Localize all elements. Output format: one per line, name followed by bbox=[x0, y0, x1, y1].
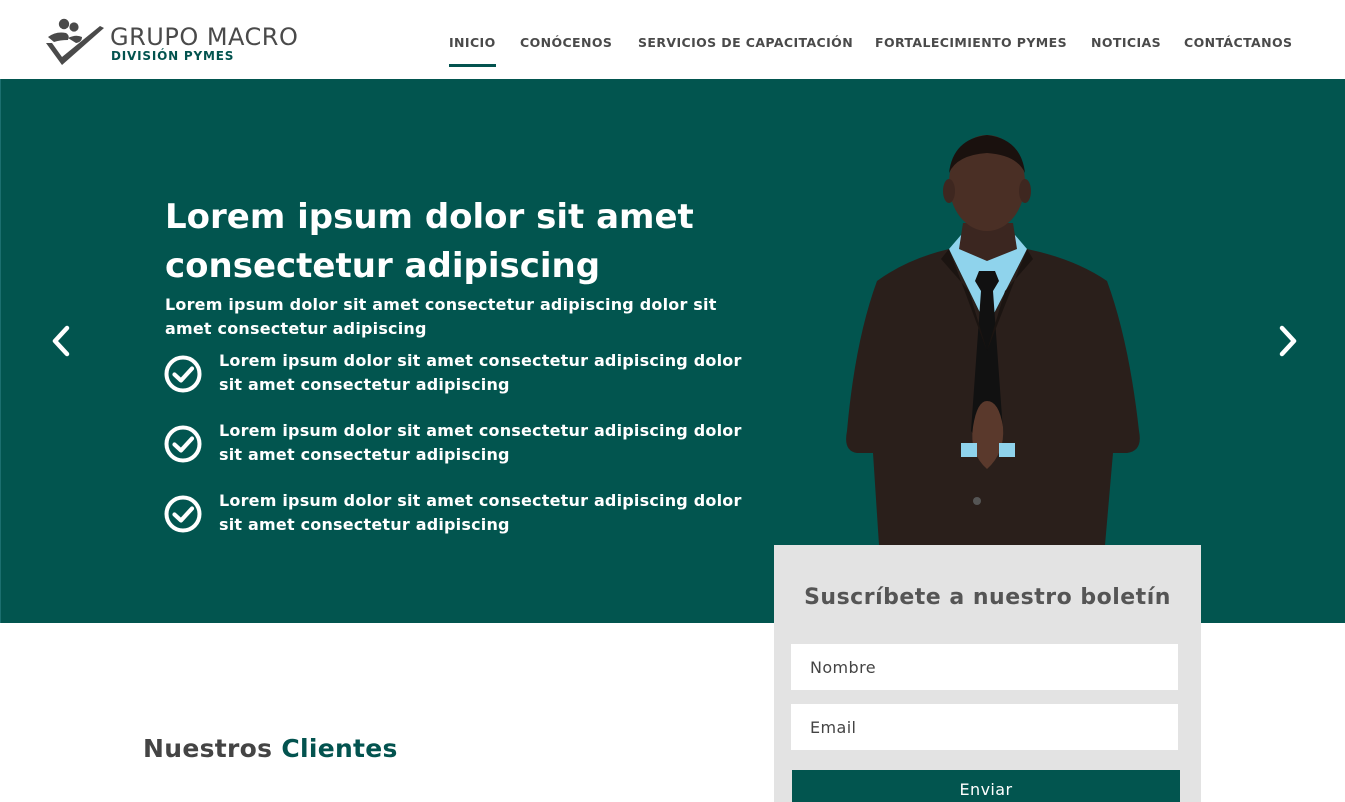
clients-title-prefix: Nuestros bbox=[143, 734, 273, 763]
nav-item-contactanos[interactable]: CONTÁCTANOS bbox=[1184, 35, 1292, 51]
nav-item-noticias[interactable]: NOTICIAS bbox=[1091, 35, 1161, 51]
site-header: GRUPO MACRO DIVISIÓN PYMES INICIO CONÓCE… bbox=[0, 0, 1345, 79]
nav-item-servicios[interactable]: SERVICIOS DE CAPACITACIÓN bbox=[638, 35, 853, 51]
newsletter-title: Suscríbete a nuestro boletín bbox=[804, 585, 1171, 610]
hero-bullet-text: Lorem ipsum dolor sit amet consectetur a… bbox=[219, 351, 742, 394]
nav-item-inicio[interactable]: INICIO bbox=[449, 35, 496, 67]
hero-bullet-text: Lorem ipsum dolor sit amet consectetur a… bbox=[219, 421, 742, 464]
chevron-left-icon[interactable] bbox=[46, 324, 76, 358]
name-field[interactable] bbox=[791, 644, 1178, 690]
chevron-right-icon[interactable] bbox=[1273, 324, 1303, 358]
check-circle-icon bbox=[164, 425, 202, 463]
nav-item-conocenos[interactable]: CONÓCENOS bbox=[520, 35, 612, 51]
main-nav: INICIO CONÓCENOS SERVICIOS DE CAPACITACI… bbox=[0, 35, 1345, 67]
hero-bullet: Lorem ipsum dolor sit amet consectetur a… bbox=[163, 419, 763, 469]
hero-title: Lorem ipsum dolor sit amet consectetur a… bbox=[165, 197, 694, 286]
submit-button[interactable]: Enviar bbox=[792, 770, 1180, 802]
businessman-photo bbox=[846, 135, 1140, 545]
hero-slider: Lorem ipsum dolor sit amet consectetur a… bbox=[0, 79, 1345, 623]
hero-subtitle: Lorem ipsum dolor sit amet consectetur a… bbox=[165, 295, 717, 338]
hero-bullet: Lorem ipsum dolor sit amet consectetur a… bbox=[163, 349, 763, 399]
hero-bullet-text: Lorem ipsum dolor sit amet consectetur a… bbox=[219, 491, 742, 534]
clients-title-highlight: Clientes bbox=[281, 734, 398, 763]
clients-title: Nuestros Clientes bbox=[143, 734, 398, 763]
check-circle-icon bbox=[164, 355, 202, 393]
hero-bullet: Lorem ipsum dolor sit amet consectetur a… bbox=[163, 489, 763, 539]
check-circle-icon bbox=[164, 495, 202, 533]
nav-item-fortalecimiento[interactable]: FORTALECIMIENTO PYMES bbox=[875, 35, 1067, 51]
newsletter-form: Suscríbete a nuestro boletín Enviar bbox=[774, 545, 1201, 802]
email-field[interactable] bbox=[791, 704, 1178, 750]
